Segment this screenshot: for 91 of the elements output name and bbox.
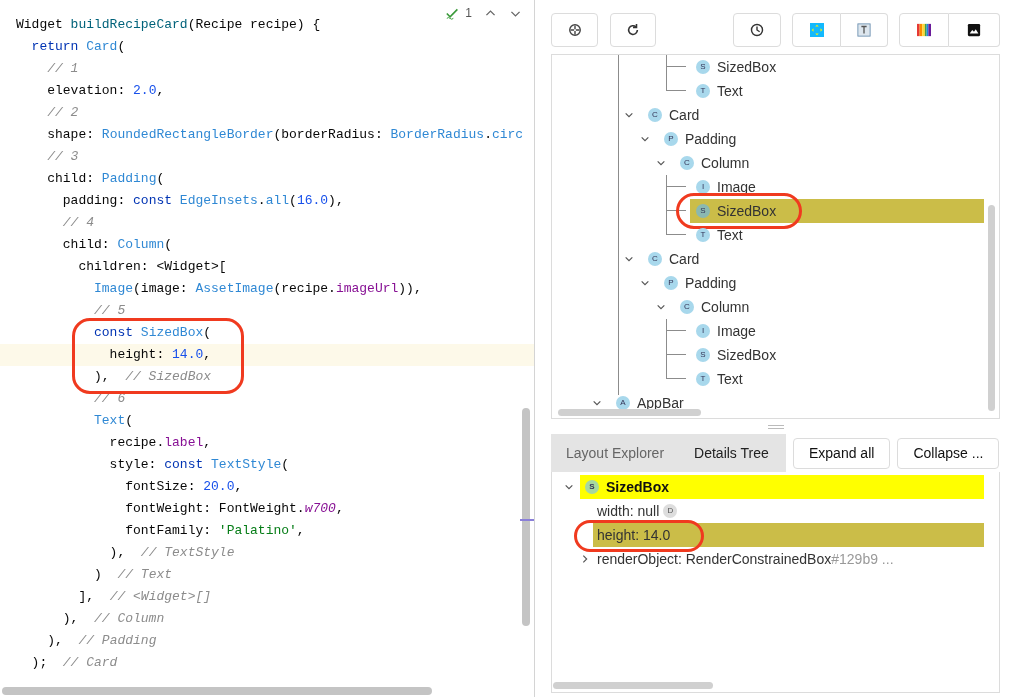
type-badge: I (696, 180, 710, 194)
code-line: // 5 (93, 303, 126, 318)
tree-item[interactable]: C Column (674, 151, 984, 175)
vertical-scrollbar[interactable] (522, 408, 530, 626)
check-icon (446, 6, 460, 20)
details-node[interactable]: S SizedBox (580, 475, 984, 499)
code-line: const SizedBox( (93, 325, 212, 340)
type-badge: S (696, 348, 710, 362)
toolbar-button[interactable] (733, 13, 781, 47)
code-line: ), // SizedBox (93, 369, 212, 384)
type-badge: S (585, 480, 599, 494)
type-badge: A (616, 396, 630, 410)
vertical-scrollbar[interactable] (988, 205, 995, 411)
code-line: children: <Widget>[ (77, 259, 227, 274)
code-line: Image(image: AssetImage(recipe.imageUrl)), (93, 281, 422, 296)
type-badge: C (680, 156, 694, 170)
type-badge: C (648, 252, 662, 266)
type-badge: C (680, 300, 694, 314)
toolbar-button[interactable] (610, 13, 656, 47)
tree-item[interactable]: S SizedBox (690, 55, 984, 79)
code-line: ], // <Widget>[] (77, 589, 212, 604)
chevron-down-icon[interactable] (592, 398, 602, 408)
chevron-down-icon[interactable] (640, 278, 650, 288)
toolbar-button[interactable] (949, 13, 1000, 47)
tree-item[interactable]: S SizedBox (690, 199, 984, 223)
code-line: padding: const EdgeInsets.all(16.0), (61, 193, 344, 208)
refresh-icon (626, 23, 640, 37)
chevron-down-icon[interactable] (564, 482, 574, 492)
collapse-button[interactable]: Collapse ... (897, 437, 1000, 469)
type-badge: T (696, 84, 710, 98)
code-line: shape: RoundedRectangleBorder(borderRadius: BorderRadius.circ (46, 127, 524, 142)
horizontal-scrollbar[interactable] (553, 682, 713, 689)
chevron-down-icon[interactable] (656, 158, 666, 168)
color-bars-icon (917, 23, 931, 37)
code-line: Widget buildRecipeCard(Recipe recipe) { (16, 17, 321, 32)
code-line: height: 14.0, (108, 347, 212, 362)
expand-all-button[interactable]: Expand all (793, 437, 891, 469)
inspection-count: 1 (465, 5, 472, 22)
code-line: style: const TextStyle( (108, 457, 290, 472)
code-line: ), // TextStyle (108, 545, 235, 560)
clock-icon (750, 23, 764, 37)
tree-item[interactable]: T Text (690, 367, 984, 391)
code-line: fontWeight: FontWeight.w700, (124, 501, 344, 516)
type-badge: C (648, 108, 662, 122)
code-line: fontFamily: 'Palatino', (124, 523, 305, 538)
chevron-down-icon[interactable] (656, 302, 666, 312)
property-row[interactable]: height: 14.0 (593, 523, 984, 547)
chevron-right-icon[interactable] (580, 554, 590, 564)
code-line: // 2 (46, 105, 79, 120)
code-line: ), // Padding (46, 633, 157, 648)
code-line: return Card( (30, 39, 126, 54)
code-line: fontSize: 20.0, (124, 479, 243, 494)
type-badge: I (696, 324, 710, 338)
type-badge: P (664, 276, 678, 290)
tree-item[interactable]: C Card (642, 247, 984, 271)
tree-item[interactable]: C Card (642, 103, 984, 127)
code-line: child: Column( (61, 237, 173, 252)
horizontal-scrollbar[interactable] (2, 687, 432, 695)
type-badge: S (696, 204, 710, 218)
tree-item[interactable]: I Image (690, 319, 984, 343)
type-badge: S (696, 60, 710, 74)
select-widget-icon (809, 23, 824, 37)
type-badge: P (664, 132, 678, 146)
code-line: child: Padding( (46, 171, 165, 186)
crosshair-icon (567, 23, 582, 37)
chevron-down-icon[interactable] (624, 254, 634, 264)
property-row[interactable]: width: null D (593, 499, 678, 523)
chevron-down-icon[interactable] (640, 134, 650, 144)
code-line: // 1 (46, 61, 79, 76)
tree-item[interactable]: S SizedBox (690, 343, 984, 367)
property-row[interactable]: renderObject: RenderConstrainedBox#129b9 ... (597, 548, 894, 570)
code-line: ); // Card (30, 655, 118, 670)
code-line: recipe.label, (108, 435, 212, 450)
tree-item[interactable]: P Padding (658, 271, 984, 295)
image-icon (967, 23, 981, 37)
type-badge: T (696, 228, 710, 242)
code-line: elevation: 2.0, (46, 83, 165, 98)
tree-item[interactable]: T Text (690, 79, 984, 103)
type-badge: T (696, 372, 710, 386)
horizontal-scrollbar[interactable] (558, 409, 701, 416)
text-box-icon (857, 23, 871, 37)
code-line: ), // Column (61, 611, 165, 626)
tree-item[interactable]: T Text (690, 223, 984, 247)
code-line: ) // Text (93, 567, 173, 582)
default-badge: D (663, 504, 678, 518)
tree-item[interactable]: C Column (674, 295, 984, 319)
tree-item[interactable]: P Padding (658, 127, 984, 151)
code-line: Text( (93, 413, 134, 428)
code-line: // 4 (61, 215, 94, 230)
chevron-down-icon[interactable] (624, 110, 634, 120)
code-line: // 3 (46, 149, 79, 164)
